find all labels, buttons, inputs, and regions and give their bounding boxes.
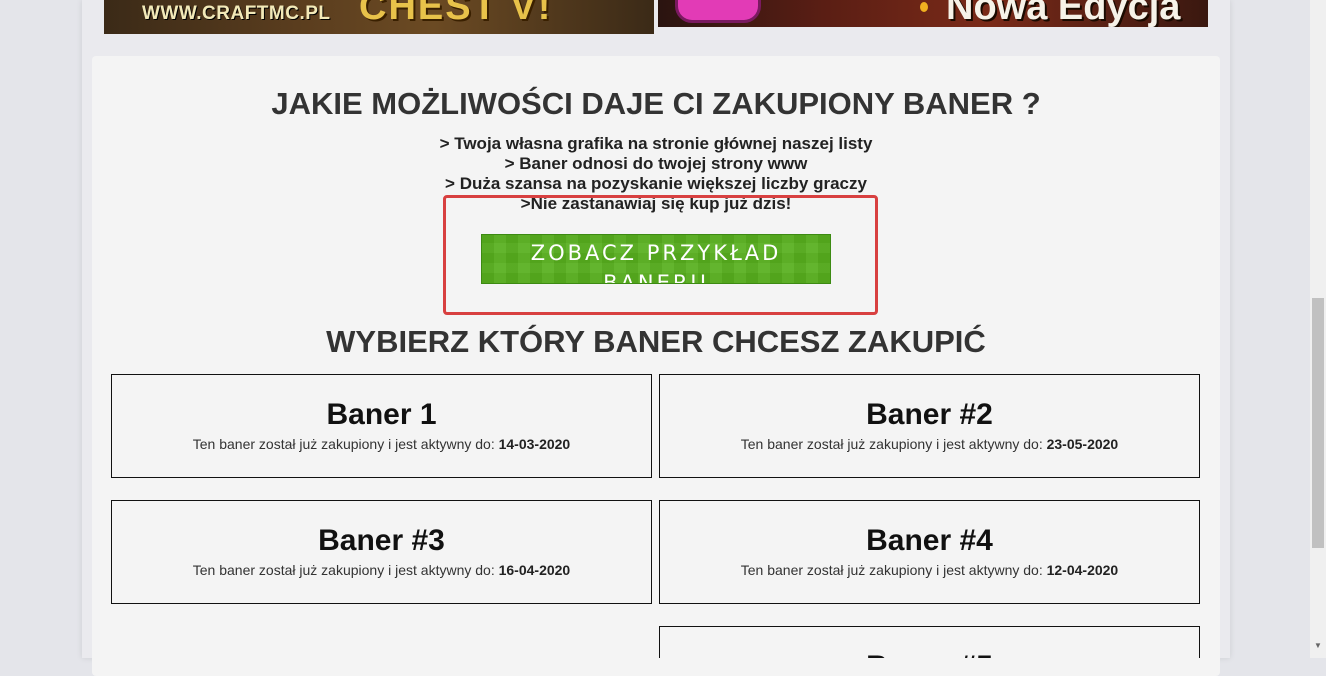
top-banner-left[interactable]: WWW.CRAFTMC.PL CHEST V! — [104, 0, 654, 34]
banner-slot-5[interactable]: Baner #5 — [659, 626, 1200, 658]
banner-slot-status: Ten baner został już zakupiony i jest ak… — [740, 436, 1119, 452]
banner-slot-title: Baner #3 — [318, 524, 445, 557]
banner-slot-date: 12-04-2020 — [1046, 562, 1119, 578]
banner-slot-1[interactable]: Baner 1 Ten baner został już zakupiony i… — [111, 374, 652, 478]
choose-banner-heading: WYBIERZ KTÓRY BANER CHCESZ ZAKUPIĆ — [326, 324, 986, 359]
benefit-item: > Duża szansa na pozyskanie większej lic… — [445, 174, 867, 193]
see-example-banner-button[interactable]: ZOBACZ PRZYKŁAD BANERU — [481, 234, 831, 284]
banner-slot-4[interactable]: Baner #4 Ten baner został już zakupiony … — [659, 500, 1200, 604]
benefit-item: > Twoja własna grafika na stronie główne… — [439, 134, 873, 153]
banner-slot-date: 16-04-2020 — [498, 562, 571, 578]
banner-slot-title: Baner #4 — [866, 524, 993, 557]
banner-slot-date: 14-03-2020 — [498, 436, 571, 452]
scrollbar-thumb[interactable] — [1312, 298, 1324, 548]
banner-slot-3[interactable]: Baner #3 Ten baner został już zakupiony … — [111, 500, 652, 604]
banner-slot-title: Baner 1 — [326, 398, 437, 431]
top-banner-left-title: CHEST V! — [359, 0, 553, 28]
banner-slot-status: Ten baner został już zakupiony i jest ak… — [192, 436, 571, 452]
banner-slot-status: Ten baner został już zakupiony i jest ak… — [192, 562, 571, 578]
benefit-item: > Baner odnosi do twojej strony www — [504, 154, 808, 173]
top-banner-left-site: WWW.CRAFTMC.PL — [142, 3, 331, 24]
top-banner-right[interactable]: Nowa Edycja — [658, 0, 1208, 27]
banner-slot-2[interactable]: Baner #2 Ten baner został już zakupiony … — [659, 374, 1200, 478]
top-banner-right-spark — [920, 2, 928, 12]
banner-slot-status: Ten baner został już zakupiony i jest ak… — [740, 562, 1119, 578]
banner-slot-date: 23-05-2020 — [1046, 436, 1119, 452]
banner-slot-title: Baner #5 — [660, 650, 1199, 658]
top-banner-right-logo — [678, 0, 758, 20]
banner-slot-title: Baner #2 — [866, 398, 993, 431]
top-banner-right-title: Nowa Edycja — [946, 0, 1181, 27]
scroll-down-arrow-icon[interactable]: ▼ — [1312, 640, 1324, 652]
benefits-heading: JAKIE MOŻLIWOŚCI DAJE CI ZAKUPIONY BANER… — [271, 86, 1041, 121]
